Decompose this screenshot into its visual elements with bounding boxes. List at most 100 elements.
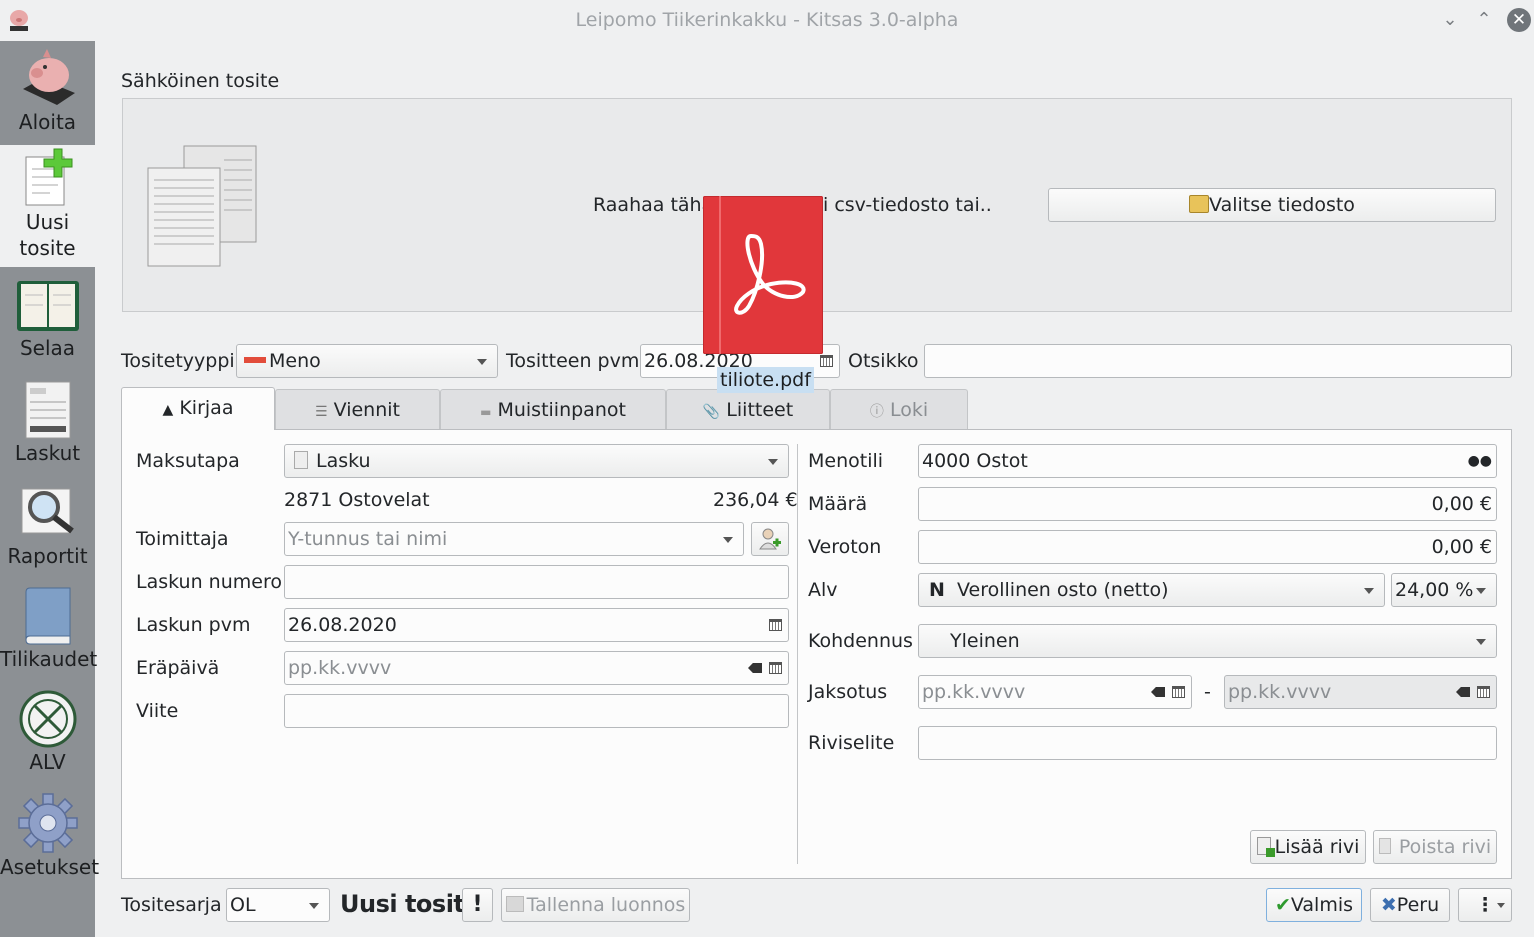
dragged-file-name: tiliote.pdf <box>717 367 814 393</box>
period-start-input[interactable]: pp.kk.vvvv <box>918 675 1192 709</box>
sidebar-item-uusi-tosite[interactable]: Uusi tosite <box>0 145 95 267</box>
sidebar-item-alv[interactable]: ALV <box>0 689 95 784</box>
done-button[interactable]: ✔Valmis <box>1266 888 1362 922</box>
period-separator: - <box>1204 681 1211 703</box>
window-title: Leipomo Tiikerinkakku - Kitsas 3.0-alpha <box>575 9 959 31</box>
sidebar-item-raportit[interactable]: Raportit <box>0 483 95 578</box>
net-label: Veroton <box>808 536 882 558</box>
amount-input[interactable]: 0,00 € <box>918 487 1497 521</box>
add-row-icon <box>1256 836 1275 857</box>
calendar-icon[interactable] <box>1477 686 1490 698</box>
minimize-icon[interactable]: ⌄ <box>1438 8 1462 32</box>
save-draft-icon <box>505 895 524 912</box>
tab-kirjaa[interactable]: ▲ Kirjaa <box>121 387 275 430</box>
sidebar-item-label: Asetukset <box>0 855 100 879</box>
calendar-book-icon <box>16 281 79 331</box>
sidebar-item-tilikaudet[interactable]: Tilikaudet <box>0 586 98 681</box>
remove-row-icon <box>1378 837 1391 854</box>
calendar-icon[interactable] <box>1172 686 1185 698</box>
calendar-icon[interactable] <box>820 355 833 367</box>
payment-method-select[interactable]: Lasku <box>284 444 789 478</box>
tab-muistiinpanot[interactable]: ▬ Muistiinpanot <box>440 389 666 429</box>
tab-viennit[interactable]: ☰ Viennit <box>275 389 440 429</box>
vat-type-select[interactable]: N Verollinen osto (netto) <box>918 573 1385 607</box>
series-label: Tositesarja <box>121 894 222 916</box>
cancel-x-icon: ✖ <box>1380 894 1397 916</box>
tab-liitteet[interactable]: 📎 Liitteet <box>666 389 830 429</box>
sidebar-item-label: Aloita <box>18 110 77 134</box>
folder-lock-icon <box>1189 194 1210 213</box>
warning-button[interactable]: ! <box>462 888 493 922</box>
stamp-icon: ▲ <box>162 402 174 418</box>
add-supplier-button[interactable] <box>751 522 789 556</box>
close-icon[interactable]: ✕ <box>1507 8 1531 32</box>
choose-file-button[interactable]: Valitse tiedosto <box>1048 188 1496 222</box>
blue-book-icon <box>25 587 70 645</box>
chevron-down-icon <box>1476 639 1486 645</box>
sidebar-item-label: Raportit <box>7 544 88 568</box>
invoice-small-icon <box>294 450 308 469</box>
period-end-input[interactable]: pp.kk.vvvv <box>1224 675 1497 709</box>
invoice-number-input[interactable] <box>284 565 789 599</box>
tab-loki[interactable]: ⓘ Loki <box>830 389 968 429</box>
sidebar-item-label: Tilikaudet <box>0 647 98 671</box>
sidebar: Aloita Uusi tosite Selaa Laskut Raportit… <box>0 41 99 937</box>
net-input[interactable]: 0,00 € <box>918 530 1497 564</box>
save-draft-button[interactable]: Tallenna luonnos <box>501 888 690 922</box>
documents-icon <box>144 140 260 275</box>
acrobat-icon <box>734 233 806 315</box>
clear-icon[interactable] <box>1456 687 1470 697</box>
more-menu-button[interactable]: ⋮ <box>1458 888 1512 922</box>
sidebar-item-asetukset[interactable]: Asetukset <box>0 792 99 887</box>
binoculars-icon[interactable]: ●● <box>1468 445 1492 477</box>
supplier-input[interactable]: Y-tunnus tai nimi <box>284 522 744 556</box>
due-date-label: Eräpäivä <box>136 657 220 679</box>
sidebar-item-label: Laskut <box>14 441 81 465</box>
clear-icon[interactable] <box>748 663 762 673</box>
chevron-down-icon[interactable] <box>1476 588 1486 594</box>
clear-icon[interactable] <box>1151 687 1165 697</box>
document-title: Uusi tosite <box>340 890 481 918</box>
title-input[interactable] <box>924 344 1512 378</box>
expense-account-label: Menotili <box>808 450 884 472</box>
counter-account: 2871 Ostovelat <box>284 489 430 511</box>
gear-icon <box>17 793 78 853</box>
title-bar: Leipomo Tiikerinkakku - Kitsas 3.0-alpha… <box>0 0 1534 41</box>
reference-input[interactable] <box>284 694 789 728</box>
amount-label: Määrä <box>808 493 868 515</box>
expense-account-input[interactable]: 4000 Ostot ●● <box>918 444 1497 478</box>
sidebar-item-selaa[interactable]: Selaa <box>0 277 95 372</box>
piggy-book-icon <box>22 49 75 105</box>
reference-label: Viite <box>136 700 179 722</box>
more-icon: ⋮ <box>1475 894 1495 916</box>
add-row-button[interactable]: Lisää rivi <box>1250 830 1366 864</box>
vat-label: Alv <box>808 579 838 601</box>
invoice-icon <box>25 381 70 439</box>
magnifier-report-icon <box>21 488 74 534</box>
sidebar-item-aloita[interactable]: Aloita <box>0 41 95 142</box>
maximize-icon[interactable]: ⌃ <box>1472 8 1496 32</box>
remove-row-button[interactable]: Poista rivi <box>1373 830 1497 864</box>
chevron-down-icon <box>1364 588 1374 594</box>
vat-rate-input[interactable]: 24,00 % <box>1391 573 1497 607</box>
chevron-down-icon[interactable] <box>309 903 319 909</box>
calendar-icon[interactable] <box>769 662 782 674</box>
calendar-icon[interactable] <box>769 619 782 631</box>
sidebar-item-label: ALV <box>29 750 66 774</box>
allocation-select[interactable]: Yleinen <box>918 624 1497 658</box>
note-icon: ▬ <box>480 405 492 419</box>
chevron-down-icon[interactable] <box>723 537 733 543</box>
cancel-button[interactable]: ✖Peru <box>1370 888 1450 922</box>
allocation-label: Kohdennus <box>808 630 913 652</box>
sidebar-item-laskut[interactable]: Laskut <box>0 380 95 475</box>
info-icon: ⓘ <box>869 404 884 420</box>
row-description-input[interactable] <box>918 726 1497 760</box>
type-select[interactable]: Meno <box>236 344 498 378</box>
type-label: Tositetyyppi <box>121 350 235 372</box>
paperclip-icon: 📎 <box>702 404 721 420</box>
due-date-input[interactable]: pp.kk.vvvv <box>284 651 789 685</box>
series-select[interactable]: OL <box>226 888 330 922</box>
invoice-number-label: Laskun numero <box>136 571 282 593</box>
sidebar-item-label: Uusi tosite <box>19 210 76 260</box>
invoice-date-input[interactable]: 26.08.2020 <box>284 608 789 642</box>
